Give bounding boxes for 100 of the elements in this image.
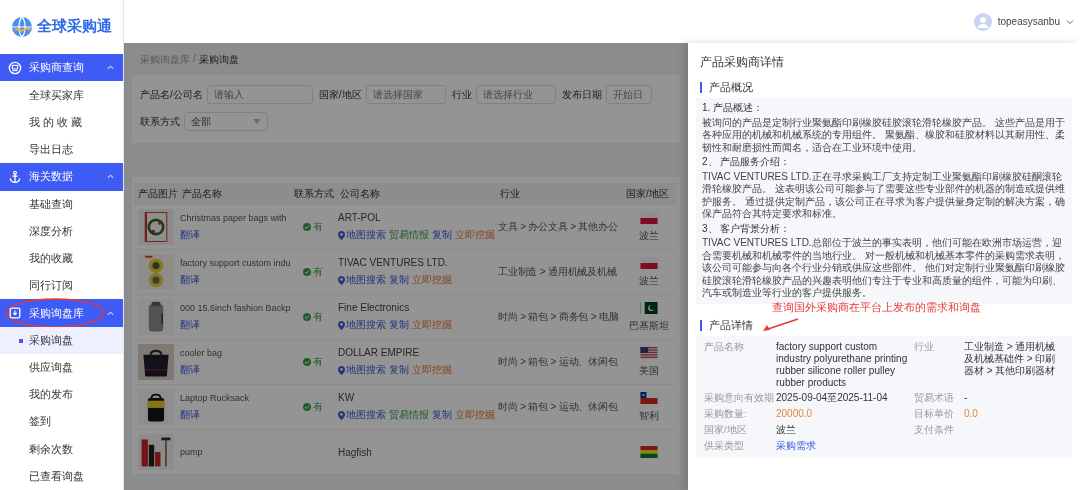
user-name[interactable]: topeasysanbu [997,16,1060,27]
translate-link[interactable]: 翻译 [180,407,288,422]
industry-path: 工业制造 > 通用机械及机械 [498,265,618,279]
field-label: 行业 [914,340,935,354]
company-name: DOLLAR EMPIRE [338,347,421,358]
action-link[interactable]: 地图搜索 [338,363,386,377]
filter-input[interactable]: 请选择国家 [365,85,446,104]
field-label: 支付条件 [914,423,955,437]
field-value: 20000.0 [776,407,814,421]
filter-label: 行业 [451,87,472,102]
field-label: 供采类型 [704,439,745,453]
contact-status: 有 [303,265,323,279]
column-header: 产品图片 [134,183,178,205]
action-link[interactable]: 地图搜索 [338,408,386,422]
drawer-title: 产品采购商详情 [699,54,785,71]
filter-label: 发布日期 [561,87,602,102]
flag-icon [640,446,658,458]
translate-link[interactable]: 翻译 [180,272,288,287]
action-link[interactable]: 复制 [432,228,452,242]
action-link[interactable]: 立即挖掘 [412,318,452,332]
field-label: 贸易术语 [914,391,955,405]
translate-link[interactable]: 翻译 [180,227,288,242]
filter-label: 国家/地区 [318,87,362,102]
product-name: cooler bag [180,347,224,358]
product-name: 000 15.6inch fashion Backp [180,302,288,313]
column-header: 公司名称 [336,183,496,205]
caret-icon [106,308,115,318]
menu-group-header[interactable]: 采购询盘库 [0,299,123,327]
logo-text: 全球采购通 [37,17,112,37]
action-link[interactable]: 复制 [389,273,409,287]
column-header: 联系方式 [290,183,336,205]
flag-icon [640,256,658,269]
filter-label: 产品名/公司名 [140,87,203,102]
industry-path: 时尚 > 箱包 > 运动、休闲包 [498,355,619,369]
caret-icon[interactable] [1066,17,1074,26]
company-name: ART-POL [338,212,382,223]
contact-select[interactable]: 全部 [184,112,268,131]
pin-icon [338,230,345,240]
action-link[interactable]: 立即挖掘 [455,408,495,422]
dropdown-caret-icon [253,119,261,124]
filter-input[interactable]: 开始日 [605,85,652,104]
badge-icon [8,60,22,75]
product-name: factory support custom indu [180,257,288,268]
contact-status: 有 [303,310,323,324]
field-value[interactable]: 采购需求 [776,439,908,453]
action-link[interactable]: 地图搜索 [338,228,386,242]
field-value: 工业制造 > 通用机械及机械基础件 > 印刷器材 > 其他印刷器材 [964,340,1057,378]
action-link[interactable]: 复制 [389,363,409,377]
product-name: pump [180,447,204,457]
pin-icon [338,365,345,375]
annotation-text: 查询国外采购商在平台上发布的需求和询盘 [772,300,981,315]
field-label: 目标单价 [914,407,955,421]
action-link[interactable]: 立即挖掘 [455,228,495,242]
filter-input[interactable]: 请选择行业 [475,85,556,104]
pin-icon [338,410,345,420]
menu-group-header[interactable]: 采购商查询 [0,53,123,82]
overview-heading: 3、 客户背景分析： [702,222,792,235]
breadcrumb-item: 采购询盘 [198,53,239,67]
overview-paragraph: TIVAC VENTURES LTD.总部位于波兰的事实表明，他们可能在欧洲市场运营，迎合需要机械和机械零件的当地行业。 对一般机械和机械基本零件的采购需求表明，该公司可能参与向各个行业分销或供应这些部件。 他们对定制行业聚氨酯印刷橡胶硅胶滚轮滑轮橡胶产品的兴趣表明他们专注于专业和高质量的组件，可能为印刷、汽车或制造业等行业的客户提供服务。 [702,237,1066,300]
action-link[interactable]: 贸易情报 [389,408,429,422]
sidebar-item[interactable]: 采购询盘 [0,326,123,354]
filter-input[interactable]: 请输入 [206,85,313,104]
contact-status: 有 [303,400,323,414]
breadcrumb-separator: / [193,53,196,66]
avatar-icon[interactable] [973,12,992,31]
translate-link[interactable]: 翻译 [180,317,288,332]
action-link[interactable]: 地图搜索 [338,318,386,332]
menu-group-header[interactable]: 海关数据 [0,163,123,191]
product-name: Christmas paper bags with [180,212,288,223]
action-link[interactable]: 复制 [389,318,409,332]
country-name: 波兰 [639,273,659,288]
overview-heading: 1. 产品概述： [702,102,765,115]
company-name: TIVAC VENTURES LTD. [338,257,449,268]
field-label: 产品名称 [704,340,745,354]
filter-label: 联系方式 [140,114,180,129]
column-header: 产品名称 [178,183,290,205]
flag-icon [640,301,658,314]
country-name: 波兰 [639,228,659,243]
field-value: 波兰 [776,423,797,437]
field-label: 国家/地区 [704,423,748,437]
flag-icon [640,346,658,359]
translate-link[interactable]: 翻译 [180,362,288,377]
overview-paragraph: TIVAC VENTURES LTD.正在寻求采购工厂支持定制工业聚氨酯印刷橡胶硅酮滚轮滑轮橡胶产品。 这表明该公司可能参与了需要这些专业部件的机器的制造或提供维护服务。 通过提供定制产品，该公司正在寻求为客户提供量身定制的解决方案，确保产品符合其特定要求和标准。 [702,170,1066,221]
action-link[interactable]: 地图搜索 [338,273,386,287]
action-link[interactable]: 复制 [432,408,452,422]
pin-icon [338,320,345,330]
contact-status: 有 [303,355,323,369]
inbox-icon [8,306,22,321]
action-link[interactable]: 立即挖掘 [412,273,452,287]
country-name: 巴基斯坦 [629,318,669,333]
section-title: 产品详情 [709,317,753,333]
globe-logo-icon [11,15,33,38]
action-link[interactable]: 立即挖掘 [412,363,452,377]
country-name: 美国 [639,363,659,378]
action-link[interactable]: 贸易情报 [389,228,429,242]
flag-icon [640,391,658,404]
overview-paragraph: 被询问的产品是定制行业聚氨酯印刷橡胶硅胶滚轮滑轮橡胶产品。 这些产品是用于各种应用的机械和机械系统的专用组件。 聚氨酯、橡胶和硅胶材料以其耐用性、柔韧性和耐磨损性而闻名，适合在工业环境中使用。 [702,116,1066,154]
field-value: - [964,391,969,405]
contact-status: 有 [303,220,323,234]
field-value: 0.0 [964,407,979,421]
